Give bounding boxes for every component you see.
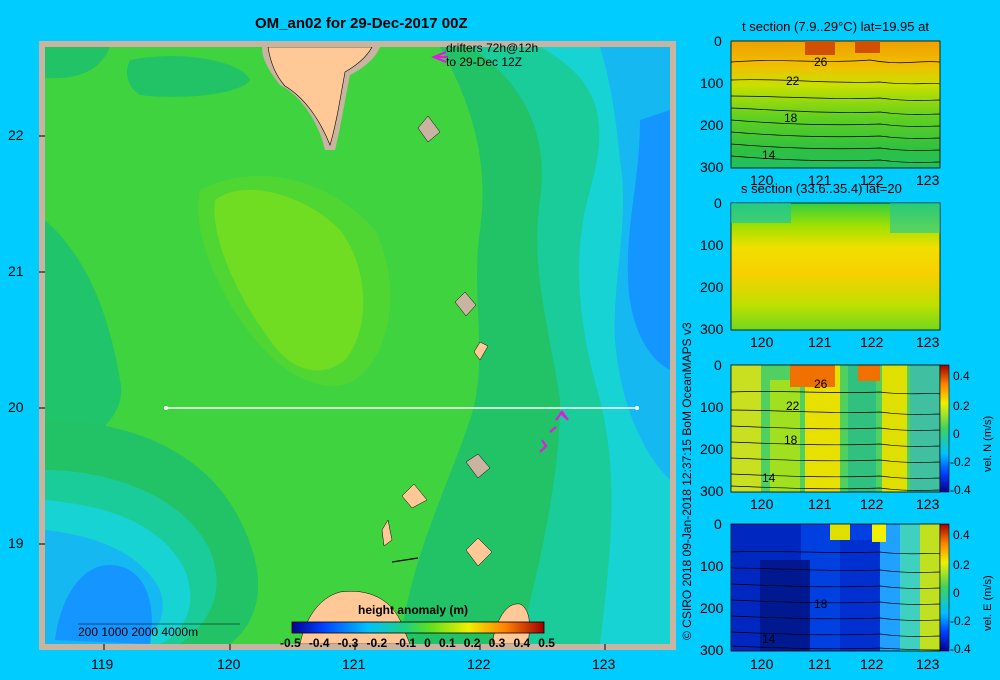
vel-n-label: vel. N (m/s)	[982, 415, 994, 472]
x-tick: 123	[916, 172, 940, 188]
y-tick: 100	[700, 75, 724, 91]
y-tick: 200	[700, 600, 724, 616]
y-tick: 300	[700, 159, 724, 175]
x-tick: 122	[860, 656, 884, 672]
cbar-label: 0.2	[953, 558, 970, 572]
cbar-label: 0.4	[953, 528, 970, 542]
x-tick: 122	[860, 334, 884, 350]
y-tick: 200	[700, 279, 724, 295]
x-tick: 123	[916, 656, 940, 672]
cbar-label: -0.2	[950, 614, 971, 628]
y-tick: 300	[700, 321, 724, 337]
y-tick: 100	[700, 399, 724, 415]
x-tick: 121	[808, 334, 832, 350]
x-tick: 123	[916, 334, 940, 350]
contour-label: 14	[762, 471, 776, 485]
y-tick: 300	[700, 642, 724, 658]
contour-label: 26	[814, 55, 828, 69]
contour-label: 18	[784, 433, 798, 447]
salinity-section	[730, 202, 941, 331]
x-tick: 123	[916, 496, 940, 512]
x-tick: 121	[808, 172, 832, 188]
x-tick: 120	[750, 172, 774, 188]
cbar-label: 0	[953, 427, 960, 441]
section-panels	[730, 40, 950, 652]
contour-label: 22	[786, 399, 800, 413]
y-tick: 200	[700, 441, 724, 457]
y-tick: 0	[714, 516, 722, 532]
vel-e-label: vel. E (m/s)	[982, 575, 994, 631]
x-tick: 121	[808, 496, 832, 512]
cbar-label: 0.2	[953, 399, 970, 413]
contour-label: 26	[814, 377, 828, 391]
y-tick: 100	[700, 558, 724, 574]
cbar-label: 0.4	[953, 369, 970, 383]
contour-label: 18	[814, 597, 828, 611]
cbar-label: -0.2	[950, 455, 971, 469]
x-tick: 121	[808, 656, 832, 672]
vel-e-colorbar	[939, 523, 950, 652]
y-tick: 0	[714, 33, 722, 49]
y-tick: 100	[700, 237, 724, 253]
x-tick: 120	[750, 656, 774, 672]
x-tick: 122	[860, 172, 884, 188]
contour-label: 14	[762, 148, 776, 162]
cbar-label: 0	[953, 586, 960, 600]
x-tick: 120	[750, 334, 774, 350]
cbar-label: -0.4	[950, 483, 971, 497]
y-tick: 300	[700, 483, 724, 499]
contour-label: 14	[762, 632, 776, 646]
x-tick: 120	[750, 496, 774, 512]
contour-label: 22	[786, 74, 800, 88]
x-tick: 122	[860, 496, 884, 512]
y-tick: 0	[714, 357, 722, 373]
y-tick: 200	[700, 117, 724, 133]
y-tick: 0	[714, 195, 722, 211]
vel-n-colorbar	[939, 364, 950, 493]
contour-label: 18	[784, 111, 798, 125]
t-section-title: t section (7.9..29°C) lat=19.95 at	[742, 19, 929, 34]
cbar-label: -0.4	[950, 642, 971, 656]
